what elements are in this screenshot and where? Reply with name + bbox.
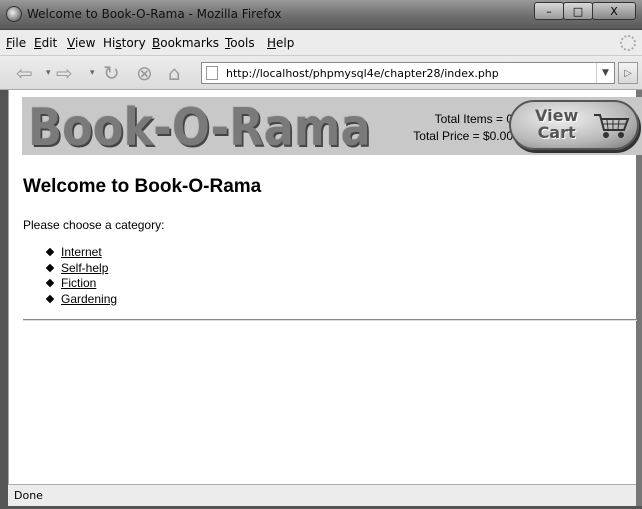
status-text: Done [14, 489, 43, 502]
page-icon [206, 66, 218, 80]
reload-icon[interactable]: ↻ [103, 61, 120, 85]
category-link-internet[interactable]: Internet [61, 245, 102, 259]
status-bar: Done [8, 484, 636, 506]
throbber-icon [620, 35, 636, 51]
firefox-icon [6, 6, 22, 22]
menu-history[interactable]: History [103, 36, 146, 50]
list-item: Gardening [45, 292, 117, 308]
url-text: http://localhost/phpmysql4e/chapter28/in… [226, 67, 499, 80]
list-item: Fiction [45, 276, 117, 292]
forward-button[interactable]: ⇨ [56, 61, 73, 85]
view-cart-button[interactable]: View Cart [509, 100, 639, 150]
address-bar[interactable]: http://localhost/phpmysql4e/chapter28/in… [201, 62, 615, 84]
bullet-icon [45, 263, 55, 272]
window-controls: – □ X [534, 2, 636, 20]
navigation-toolbar: ⇦ ▾ ⇨ ▾ ↻ ⊗ ⌂ http://localhost/phpmysql4… [0, 56, 642, 90]
url-dropdown-icon[interactable]: ▼ [596, 63, 614, 83]
list-item: Self-help [45, 261, 117, 277]
category-prompt: Please choose a category: [23, 218, 165, 232]
close-button[interactable]: X [592, 2, 636, 20]
go-button[interactable]: ▷ [618, 62, 638, 84]
category-link-self-help[interactable]: Self-help [61, 261, 108, 275]
view-cart-label: View Cart [535, 106, 579, 142]
menu-bookmarks[interactable]: Bookmarks [152, 36, 219, 50]
total-items: Total Items = 0 [434, 112, 513, 126]
menu-bar: File Edit View History Bookmarks Tools H… [0, 30, 642, 56]
menu-edit[interactable]: Edit [34, 36, 57, 50]
minimize-button[interactable]: – [534, 2, 564, 20]
site-logo[interactable]: Book-O-Rama [28, 98, 371, 158]
page-content: Book-O-Rama Total Items = 0 Total Price … [8, 90, 642, 484]
category-list: Internet Self-help Fiction Gardening [45, 245, 117, 308]
shopping-cart-icon [594, 114, 630, 138]
category-link-gardening[interactable]: Gardening [61, 292, 117, 306]
category-link-fiction[interactable]: Fiction [61, 276, 96, 290]
menu-file[interactable]: File [6, 36, 26, 50]
maximize-button[interactable]: □ [563, 2, 593, 20]
site-header: Book-O-Rama Total Items = 0 Total Price … [22, 97, 642, 158]
window-title: Welcome to Book-O-Rama - Mozilla Firefox [27, 7, 282, 21]
back-button[interactable]: ⇦ [16, 61, 33, 85]
list-item: Internet [45, 245, 117, 261]
bullet-icon [45, 294, 55, 303]
stop-icon[interactable]: ⊗ [136, 61, 153, 85]
bullet-icon [45, 247, 55, 257]
window-frame-left [0, 90, 8, 509]
page-title: Welcome to Book-O-Rama [23, 176, 262, 197]
bullet-icon [45, 278, 55, 288]
total-price: Total Price = $0.00 [413, 129, 513, 143]
menu-tools[interactable]: Tools [225, 36, 255, 50]
menu-help[interactable]: Help [267, 36, 294, 50]
forward-dropdown-icon[interactable]: ▾ [90, 61, 95, 85]
window-titlebar: Welcome to Book-O-Rama - Mozilla Firefox… [0, 0, 642, 30]
horizontal-divider [23, 319, 637, 321]
menu-view[interactable]: View [67, 36, 95, 50]
back-dropdown-icon[interactable]: ▾ [46, 61, 51, 85]
cart-totals: Total Items = 0 Total Price = $0.00 [413, 111, 513, 145]
home-icon[interactable]: ⌂ [168, 61, 181, 85]
